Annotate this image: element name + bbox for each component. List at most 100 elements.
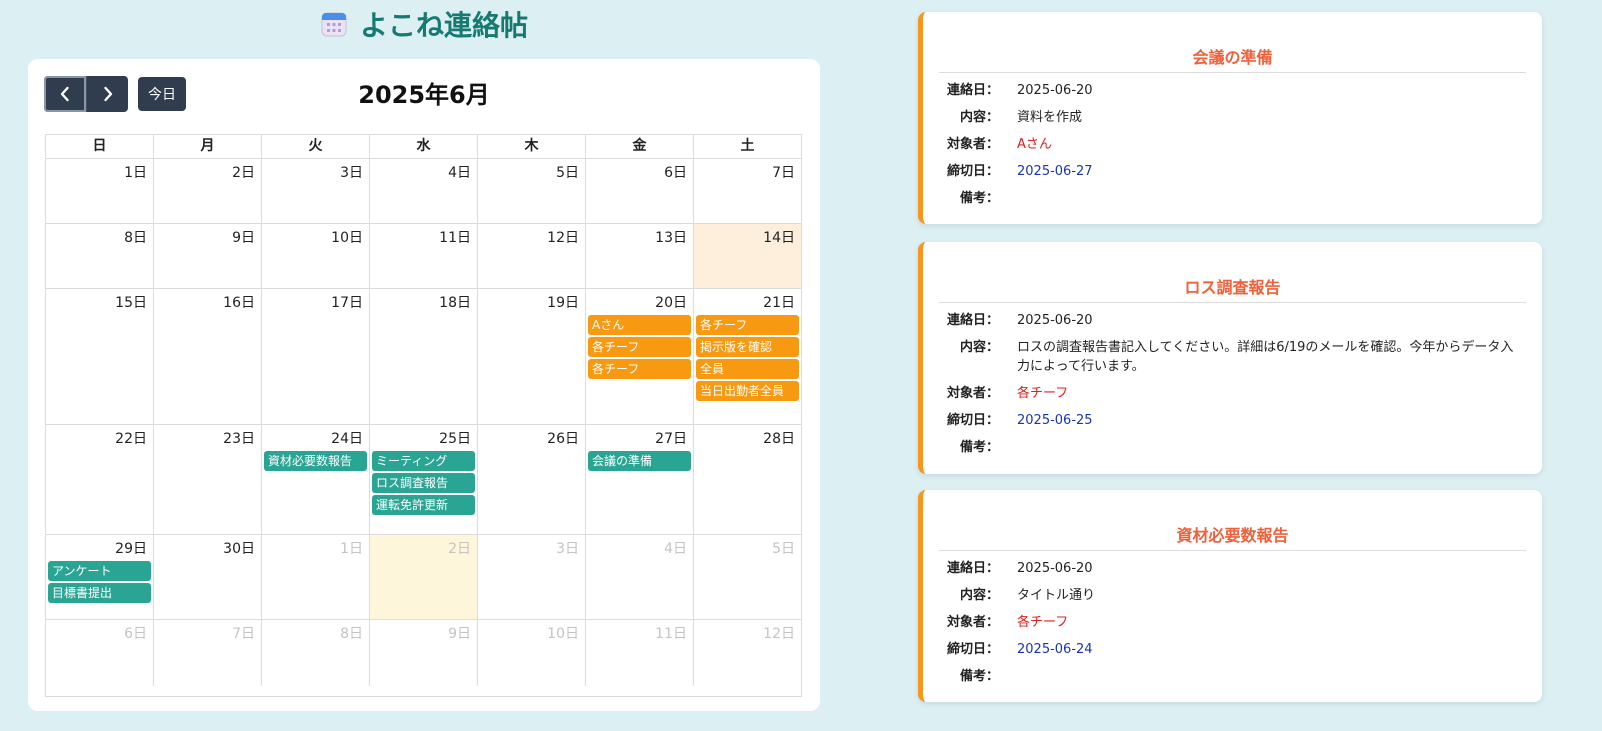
day-cell[interactable]: 3日: [262, 159, 370, 223]
day-cell[interactable]: 26日: [478, 425, 586, 534]
day-cell[interactable]: 11日: [586, 620, 694, 686]
week-row: 29日 アンケート 目標書提出 30日 1日 2日 3日 4日 5日: [46, 535, 801, 620]
field-label: 連絡日：: [946, 313, 999, 328]
calendar-event[interactable]: 全員: [696, 359, 799, 379]
day-cell[interactable]: 4日: [370, 159, 478, 223]
day-number: 22日: [115, 431, 147, 447]
calendar-event[interactable]: 各チーフ: [588, 359, 691, 379]
day-cell[interactable]: 6日: [46, 620, 154, 686]
day-cell[interactable]: 15日: [46, 289, 154, 424]
card-field: 締切日： 2025-06-27: [943, 162, 1526, 181]
day-cell[interactable]: 27日 会議の準備: [586, 425, 694, 534]
day-cell[interactable]: 24日資材必要数報告: [262, 425, 370, 534]
weekday-header-cell: 金: [586, 135, 694, 158]
day-cell[interactable]: 19日: [478, 289, 586, 424]
field-label: 内容：: [959, 340, 999, 355]
field-label: 内容：: [959, 110, 999, 125]
day-cell[interactable]: 8日: [46, 224, 154, 288]
day-number: 6日: [124, 626, 147, 642]
day-cell[interactable]: 5日: [478, 159, 586, 223]
card-body: 連絡日： 2025-06-20 内容： タイトル通り 対象者： 各チーフ 締切日： 2025-…: [923, 551, 1542, 686]
day-cell[interactable]: 23日: [154, 425, 262, 534]
field-label: 連絡日：: [946, 561, 999, 576]
calendar-event[interactable]: 各チーフ: [588, 337, 691, 357]
day-cell[interactable]: 12日: [478, 224, 586, 288]
day-number: 10日: [331, 230, 363, 246]
day-cell[interactable]: 16日: [154, 289, 262, 424]
field-label: 内容：: [959, 588, 999, 603]
day-cell[interactable]: 14日: [694, 224, 801, 288]
day-cell[interactable]: 9日: [370, 620, 478, 686]
week-row: 8日 9日 10日 11日 12日 13日 14日: [46, 224, 801, 289]
week-row: 22日 23日 24日資材必要数報告 25日 ミーティング ロス調査報告 運転免許更新 26日…: [46, 425, 801, 535]
day-number: 7日: [772, 165, 795, 181]
calendar-event[interactable]: 目標書提出: [48, 583, 151, 603]
day-number: 17日: [331, 295, 363, 311]
day-cell[interactable]: 22日: [46, 425, 154, 534]
day-cell[interactable]: 12日: [694, 620, 801, 686]
calendar-event[interactable]: Aさん: [588, 315, 691, 335]
day-cell[interactable]: 8日: [262, 620, 370, 686]
day-number: 11日: [439, 230, 471, 246]
day-cell[interactable]: 11日: [370, 224, 478, 288]
field-value: 2025-06-25: [1017, 413, 1093, 428]
day-cell[interactable]: 10日: [262, 224, 370, 288]
day-cell[interactable]: 20日 Aさん 各チーフ 各チーフ: [586, 289, 694, 424]
detail-card: 会議の準備 連絡日： 2025-06-20 内容： 資料を作成 対象者： Aさん 締切日： 20…: [918, 12, 1542, 224]
card-field: 備考：: [943, 189, 1526, 208]
day-number: 9日: [232, 230, 255, 246]
day-cell[interactable]: 18日: [370, 289, 478, 424]
calendar-event[interactable]: ロス調査報告: [372, 473, 475, 493]
day-cell[interactable]: 7日: [154, 620, 262, 686]
day-number: 3日: [556, 541, 579, 557]
day-cell[interactable]: 1日: [46, 159, 154, 223]
day-number: 30日: [223, 541, 255, 557]
weekday-header-cell: 月: [154, 135, 262, 158]
day-number: 28日: [763, 431, 795, 447]
day-cell[interactable]: 9日: [154, 224, 262, 288]
calendar-event[interactable]: 掲示版を確認: [696, 337, 799, 357]
day-cell[interactable]: 3日: [478, 535, 586, 619]
day-cell[interactable]: 6日: [586, 159, 694, 223]
calendar-event[interactable]: アンケート: [48, 561, 151, 581]
week-row: 6日 7日 8日 9日 10日 11日 12日: [46, 620, 801, 686]
day-number: 14日: [763, 230, 795, 246]
day-cell[interactable]: 7日: [694, 159, 801, 223]
day-cell[interactable]: 5日: [694, 535, 801, 619]
day-cell[interactable]: 25日 ミーティング ロス調査報告 運転免許更新: [370, 425, 478, 534]
card-field: 備考：: [943, 667, 1526, 686]
day-cell[interactable]: 21日 各チーフ 掲示版を確認 全員 当日出勤者全員: [694, 289, 801, 424]
day-cell[interactable]: 29日 アンケート 目標書提出: [46, 535, 154, 619]
calendar-event[interactable]: 各チーフ: [696, 315, 799, 335]
day-cell[interactable]: 10日: [478, 620, 586, 686]
calendar-event[interactable]: 会議の準備: [588, 451, 691, 471]
calendar-event[interactable]: 運転免許更新: [372, 495, 475, 515]
day-cell[interactable]: 2日: [154, 159, 262, 223]
field-label: 締切日：: [946, 642, 999, 657]
day-cell[interactable]: 30日: [154, 535, 262, 619]
day-number: 9日: [448, 626, 471, 642]
card-field: 締切日： 2025-06-24: [943, 640, 1526, 659]
calendar-event[interactable]: ミーティング: [372, 451, 475, 471]
day-number: 16日: [223, 295, 255, 311]
day-number: 12日: [547, 230, 579, 246]
day-cell[interactable]: 4日: [586, 535, 694, 619]
field-value: ロスの調査報告書記入してください。詳細は6/19のメールを確認。今年からデータ入…: [1017, 340, 1514, 374]
day-number: 4日: [448, 165, 471, 181]
field-label: 対象者：: [946, 137, 999, 152]
day-number: 6日: [664, 165, 687, 181]
day-cell[interactable]: 17日: [262, 289, 370, 424]
day-cell[interactable]: 28日: [694, 425, 801, 534]
day-cell[interactable]: 1日: [262, 535, 370, 619]
day-number: 24日: [331, 431, 363, 447]
field-value: 2025-06-20: [1017, 83, 1093, 98]
app-title: よこね連絡帖: [360, 9, 529, 42]
day-number: 23日: [223, 431, 255, 447]
day-number: 18日: [439, 295, 471, 311]
card-field: 連絡日： 2025-06-20: [943, 81, 1526, 100]
day-number: 2日: [232, 165, 255, 181]
day-cell[interactable]: 13日: [586, 224, 694, 288]
day-cell[interactable]: 2日: [370, 535, 478, 619]
calendar-event[interactable]: 当日出勤者全員: [696, 381, 799, 401]
calendar-event[interactable]: 資材必要数報告: [264, 451, 367, 471]
